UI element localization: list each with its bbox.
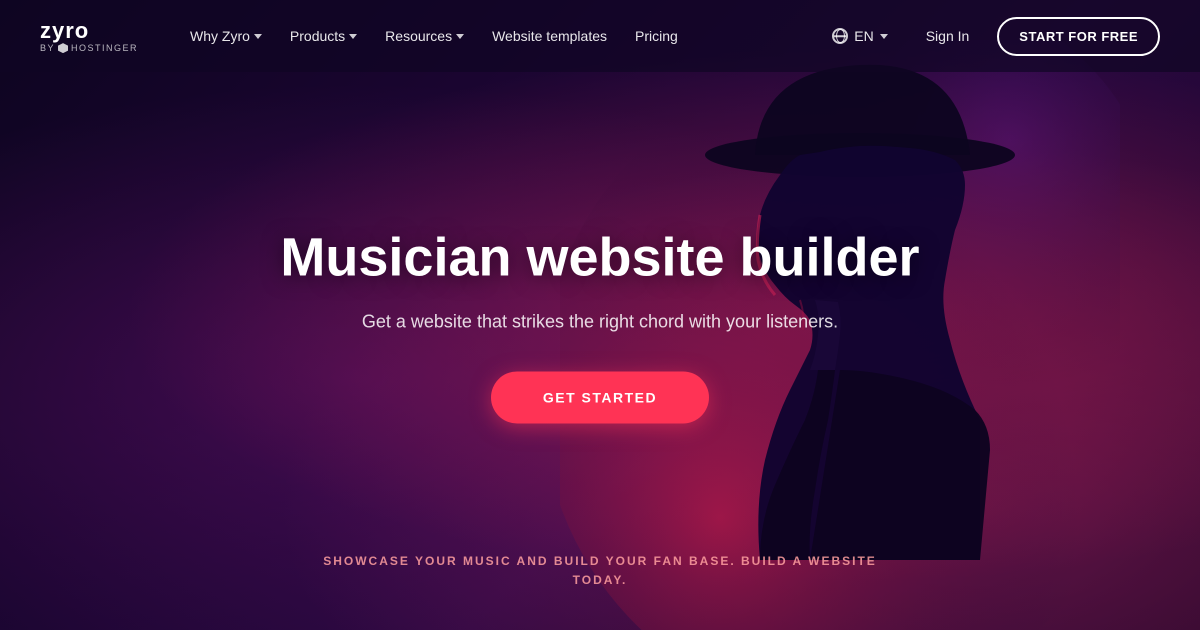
logo[interactable]: zyro BY HOSTINGER [40, 19, 138, 53]
chevron-down-icon [254, 34, 262, 39]
navbar: zyro BY HOSTINGER Why Zyro Products Reso… [0, 0, 1200, 72]
nav-item-why-zyro[interactable]: Why Zyro [178, 20, 274, 52]
logo-name: zyro [40, 19, 138, 43]
hero-section: zyro BY HOSTINGER Why Zyro Products Reso… [0, 0, 1200, 630]
nav-item-resources[interactable]: Resources [373, 20, 476, 52]
get-started-button[interactable]: GET STARTED [491, 372, 709, 424]
language-selector[interactable]: EN [822, 22, 897, 50]
hostinger-icon [58, 43, 68, 53]
hero-title: Musician website builder [250, 226, 950, 288]
nav-item-products[interactable]: Products [278, 20, 369, 52]
start-for-free-button[interactable]: START FOR FREE [997, 17, 1160, 56]
nav-links: Why Zyro Products Resources Website temp… [178, 20, 822, 52]
hero-content: Musician website builder Get a website t… [250, 226, 950, 423]
chevron-down-icon [456, 34, 464, 39]
globe-icon [832, 28, 848, 44]
chevron-down-icon [349, 34, 357, 39]
nav-right: EN Sign In START FOR FREE [822, 17, 1160, 56]
logo-subtitle: BY HOSTINGER [40, 43, 138, 53]
tagline-text: SHOWCASE YOUR MUSIC AND BUILD YOUR FAN B… [300, 552, 900, 590]
chevron-down-icon [880, 34, 888, 39]
sign-in-link[interactable]: Sign In [914, 22, 982, 50]
hero-subtitle: Get a website that strikes the right cho… [250, 309, 950, 336]
hero-tagline: SHOWCASE YOUR MUSIC AND BUILD YOUR FAN B… [300, 552, 900, 590]
nav-item-website-templates[interactable]: Website templates [480, 20, 619, 52]
language-label: EN [854, 28, 873, 44]
nav-item-pricing[interactable]: Pricing [623, 20, 690, 52]
